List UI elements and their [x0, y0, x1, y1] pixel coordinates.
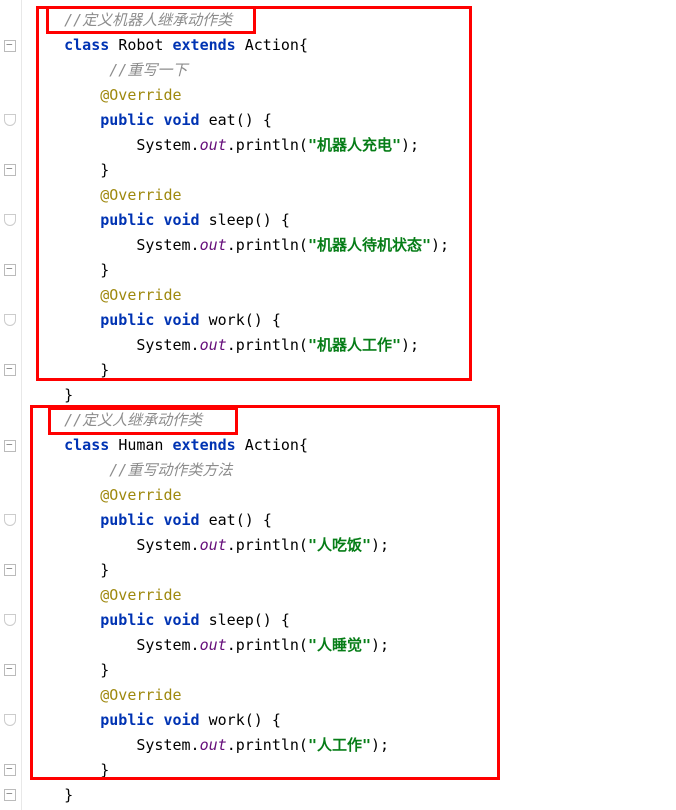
- code-line: System.out.println("人吃饭");: [28, 533, 676, 558]
- code-line: }: [28, 658, 676, 683]
- fold-marker[interactable]: [4, 264, 16, 276]
- code-line: //重写动作类方法: [28, 458, 676, 483]
- override-marker[interactable]: [4, 614, 16, 626]
- code-line: }: [28, 558, 676, 583]
- code-line: @Override: [28, 183, 676, 208]
- override-marker[interactable]: [4, 714, 16, 726]
- comment: //重写动作类方法: [109, 461, 232, 479]
- annotation: @Override: [100, 286, 181, 304]
- fold-marker[interactable]: [4, 40, 16, 52]
- code-line: System.out.println("人睡觉");: [28, 633, 676, 658]
- code-line: public void eat() {: [28, 108, 676, 133]
- comment: //重写一下: [109, 61, 187, 79]
- code-line: }: [28, 783, 676, 808]
- code-line: @Override: [28, 583, 676, 608]
- code-line: @Override: [28, 83, 676, 108]
- fold-marker[interactable]: [4, 564, 16, 576]
- code-line: //定义人继承动作类: [28, 408, 676, 433]
- code-line: public void sleep() {: [28, 608, 676, 633]
- fold-marker[interactable]: [4, 164, 16, 176]
- code-line: }: [28, 258, 676, 283]
- comment: //定义人继承动作类: [64, 411, 202, 429]
- code-line: class Robot extends Action{: [28, 33, 676, 58]
- comment: //定义机器人继承动作类: [64, 11, 232, 29]
- code-line: @Override: [28, 483, 676, 508]
- fold-marker[interactable]: [4, 440, 16, 452]
- code-line: @Override: [28, 283, 676, 308]
- code-editor[interactable]: //定义机器人继承动作类 class Robot extends Action{…: [22, 0, 676, 810]
- fold-marker[interactable]: [4, 364, 16, 376]
- annotation: @Override: [100, 486, 181, 504]
- code-line: class Human extends Action{: [28, 433, 676, 458]
- code-line: //重写一下: [28, 58, 676, 83]
- override-marker[interactable]: [4, 314, 16, 326]
- code-line: public void work() {: [28, 308, 676, 333]
- editor-gutter: [0, 0, 22, 810]
- override-marker[interactable]: [4, 114, 16, 126]
- annotation: @Override: [100, 586, 181, 604]
- code-line: }: [28, 158, 676, 183]
- annotation: @Override: [100, 186, 181, 204]
- code-line: }: [28, 383, 676, 408]
- fold-marker[interactable]: [4, 764, 16, 776]
- code-line: System.out.println("机器人工作");: [28, 333, 676, 358]
- annotation: @Override: [100, 686, 181, 704]
- code-line: public void work() {: [28, 708, 676, 733]
- code-line: @Override: [28, 683, 676, 708]
- code-line: System.out.println("机器人待机状态");: [28, 233, 676, 258]
- code-line: System.out.println("机器人充电");: [28, 133, 676, 158]
- fold-marker[interactable]: [4, 664, 16, 676]
- code-line: public void eat() {: [28, 508, 676, 533]
- override-marker[interactable]: [4, 514, 16, 526]
- code-line: }: [28, 758, 676, 783]
- fold-marker[interactable]: [4, 789, 16, 801]
- code-line: //定义机器人继承动作类: [28, 8, 676, 33]
- code-line: System.out.println("人工作");: [28, 733, 676, 758]
- annotation: @Override: [100, 86, 181, 104]
- override-marker[interactable]: [4, 214, 16, 226]
- code-line: public void sleep() {: [28, 208, 676, 233]
- code-line: }: [28, 358, 676, 383]
